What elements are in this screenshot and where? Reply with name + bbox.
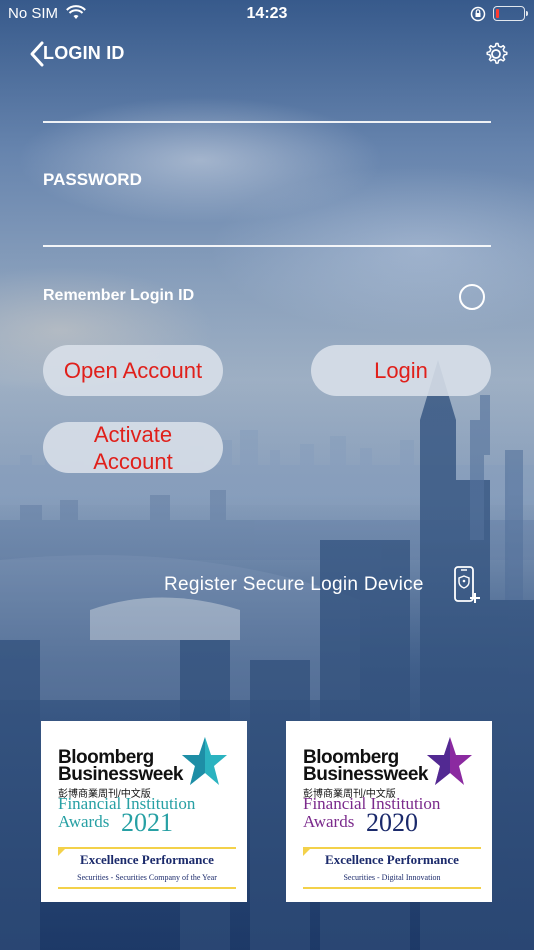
award-title-line2: Awards [303,812,355,831]
award-brand-line2: Businessweek [303,764,428,785]
remember-login-id-toggle[interactable] [459,284,485,310]
remember-login-id-label: Remember Login ID [43,287,195,304]
secure-phone-add-icon[interactable] [452,565,482,605]
award-year: 2020 [366,808,418,837]
award-title-line2: Awards [58,812,110,831]
award-badge-2021: Bloomberg Businessweek 彭博商業周刊/中文版 Financ… [41,721,247,902]
award-subcategory: Securities - Securities Company of the Y… [77,873,217,882]
battery-level [496,9,499,18]
settings-gear-icon[interactable] [483,41,509,67]
award-subcategory: Securities - Digital Innovation [343,873,441,882]
award-category: Excellence Performance [325,852,459,867]
login-id-input[interactable] [43,88,495,120]
register-secure-device-link[interactable]: Register Secure Login Device [164,574,424,596]
login-button[interactable]: Login [311,345,491,396]
award-badge-2020: Bloomberg Businessweek 彭博商業周刊/中文版 Financ… [286,721,492,902]
page-title: LOGIN ID [43,43,125,63]
award-brand-line2: Businessweek [58,764,183,785]
open-account-button[interactable]: Open Account [43,345,223,396]
award-category: Excellence Performance [80,852,214,867]
password-input[interactable] [43,210,495,242]
password-underline [43,245,491,247]
award-year: 2021 [121,808,173,837]
password-label: PASSWORD [43,170,142,189]
clock: 14:23 [246,5,288,22]
login-id-underline [43,121,491,123]
status-bar: No SIM 14:23 [0,0,534,28]
activate-account-button[interactable]: Activate Account [43,422,223,474]
rotation-lock-icon [470,6,486,22]
battery-icon [493,6,528,21]
